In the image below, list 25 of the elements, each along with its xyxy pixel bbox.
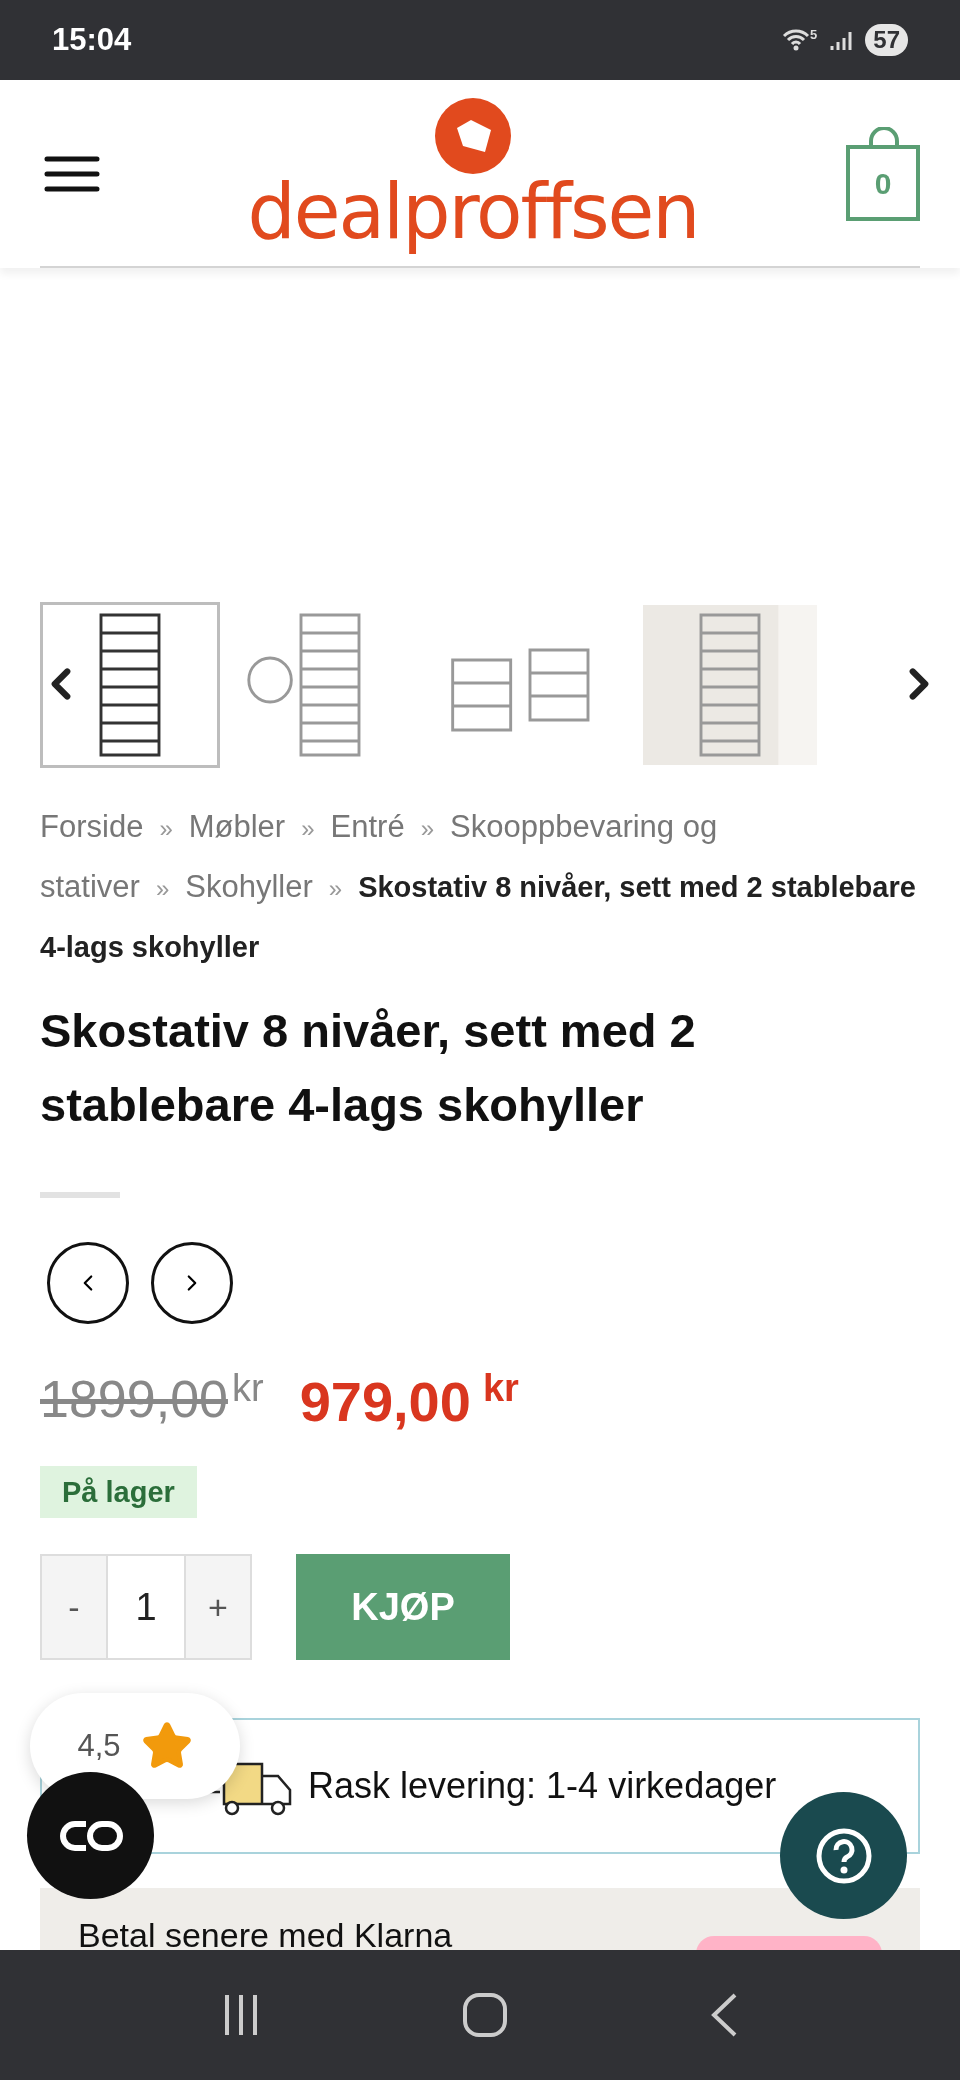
battery-indicator: 57	[865, 24, 908, 56]
increase-button[interactable]: +	[186, 1556, 250, 1658]
delivery-info: Rask levering: 1-4 virkedager	[308, 1764, 777, 1808]
rating-value: 4,5	[77, 1726, 121, 1765]
wifi-icon	[782, 28, 811, 52]
old-price: 1899,00	[40, 1369, 228, 1430]
breadcrumb[interactable]: Forside » Møbler » Entré » Skooppbevaring og stativer » Skohyller » Skostativ 8 nivåer, sett med 2 stablebare 4-lags skohyller	[40, 798, 920, 976]
help-icon	[815, 1827, 872, 1884]
old-price-currency: kr	[231, 1366, 264, 1411]
quantity-selector[interactable]: - 1 +	[40, 1554, 252, 1660]
decrease-button[interactable]: -	[42, 1556, 106, 1658]
wifi-label: 5	[810, 28, 818, 41]
stock-badge: På lager	[40, 1466, 197, 1518]
home-icon[interactable]	[462, 1992, 508, 2038]
menu-icon[interactable]	[44, 154, 100, 194]
product-title: Skostativ 8 nivåer, sett med 2 stablebare 4-lags skohyller	[39, 1003, 697, 1133]
klarna-text: Betal senere med Klarna	[78, 1915, 453, 1950]
previous-button[interactable]	[47, 1242, 129, 1324]
sale-price-currency: kr	[482, 1366, 519, 1411]
clock: 15:04	[52, 20, 132, 59]
cart-handle-icon[interactable]	[868, 127, 900, 151]
next-button[interactable]	[151, 1242, 233, 1324]
link-icon	[57, 1818, 124, 1853]
sale-price: 979,00	[299, 1369, 471, 1435]
tag-icon	[435, 98, 511, 174]
